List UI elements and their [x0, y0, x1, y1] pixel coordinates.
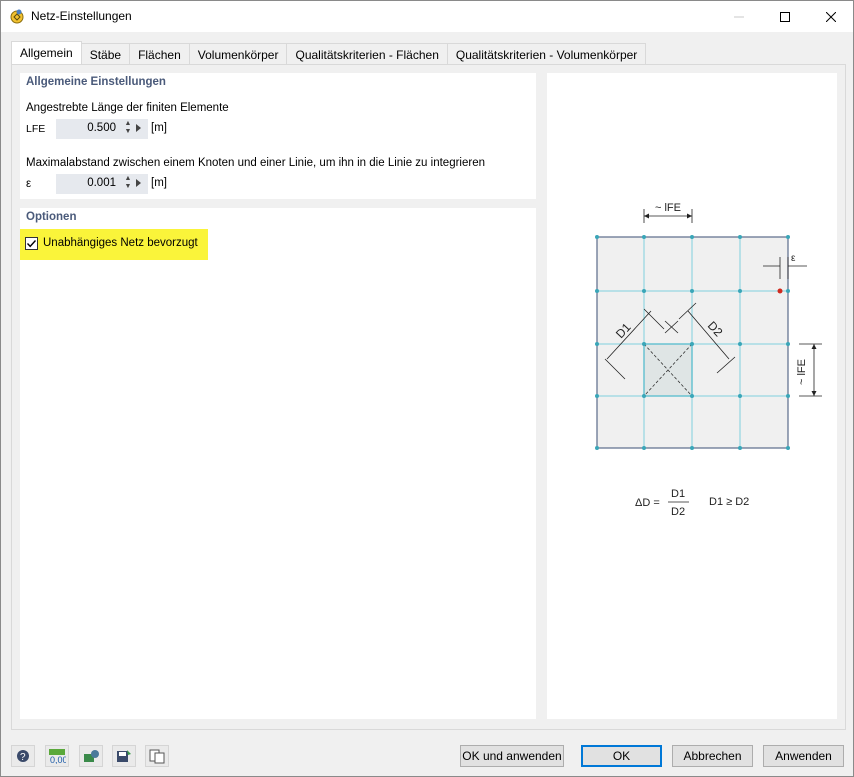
target-length-label: Angestrebte Länge der finiten Elemente [26, 102, 229, 114]
arrow-right-icon[interactable] [136, 179, 141, 187]
title-bar: Netz-Einstellungen [1, 1, 853, 32]
independent-mesh-label: Unabhängiges Netz bevorzugt [43, 237, 198, 249]
options-panel: Optionen Unabhängiges Netz bevorzugt [20, 208, 536, 719]
formula-denominator: D2 [671, 506, 685, 518]
independent-mesh-option[interactable]: Unabhängiges Netz bevorzugt [20, 229, 208, 260]
units-icon[interactable]: 0,00 [45, 745, 69, 767]
svg-text:?: ? [20, 752, 26, 763]
independent-mesh-checkbox[interactable] [25, 237, 38, 250]
apply-button[interactable]: Anwenden [763, 745, 844, 767]
lfe-symbol: LFE [26, 123, 46, 135]
tab-allgemein[interactable]: Allgemein [11, 41, 82, 66]
eps-unit: [m] [151, 177, 167, 189]
bottom-bar: ? 0,00 OK und anwenden OK Abbrechen Anwe… [1, 736, 853, 776]
lfe-stepper[interactable]: 0.500 ▲ ▼ [56, 119, 148, 139]
settings-icon[interactable] [79, 745, 103, 767]
tab-qualitaet-flaechen[interactable]: Qualitätskriterien - Flächen [286, 43, 448, 66]
tab-bar: Allgemein Stäbe Flächen Volumenkörper Qu… [11, 41, 647, 66]
window-title: Netz-Einstellungen [31, 9, 132, 23]
formula-numerator: D1 [671, 488, 685, 500]
spin-updown-icon[interactable]: ▲ ▼ [123, 120, 133, 138]
checkmark-icon [26, 240, 37, 248]
general-settings-panel: Allgemeine Einstellungen Angestrebte Län… [20, 73, 536, 199]
eps-diagram-label: ε [791, 253, 796, 264]
lfe-unit: [m] [151, 122, 167, 134]
lfe-top-label: ~ lFE [655, 202, 681, 214]
mesh-settings-icon [9, 8, 25, 24]
formula-condition: D1 ≥ D2 [709, 496, 749, 508]
ok-button[interactable]: OK [581, 745, 662, 767]
node-marker [777, 288, 783, 294]
spin-updown-icon[interactable]: ▲ ▼ [123, 175, 133, 193]
help-icon[interactable]: ? [11, 745, 35, 767]
tab-volumenkoerper[interactable]: Volumenkörper [188, 43, 288, 66]
tab-staebe[interactable]: Stäbe [80, 43, 131, 66]
eps-symbol: ε [26, 178, 32, 190]
maximize-button[interactable] [762, 1, 808, 32]
mesh-diagram: ~ lFE ε ~ lFE D1 D2 ΔD = D1 D2 D1 ≥ D2 [595, 202, 822, 518]
arrow-right-icon[interactable] [136, 124, 141, 132]
eps-value: 0.001 [87, 177, 116, 189]
general-settings-title: Allgemeine Einstellungen [26, 76, 166, 88]
maximize-icon [780, 11, 790, 22]
tab-content: Allgemeine Einstellungen Angestrebte Län… [11, 64, 846, 730]
tab-flaechen[interactable]: Flächen [129, 43, 190, 66]
lfe-value: 0.500 [87, 122, 116, 134]
save-icon[interactable] [112, 745, 136, 767]
copy-icon[interactable] [145, 745, 169, 767]
cancel-button[interactable]: Abbrechen [672, 745, 753, 767]
formula-lhs: ΔD = [635, 497, 660, 509]
dialog-window: Netz-Einstellungen Allgemein Stäbe Fläch… [0, 0, 854, 777]
close-icon [826, 11, 836, 22]
ok-apply-button[interactable]: OK und anwenden [460, 745, 564, 767]
eps-stepper[interactable]: 0.001 ▲ ▼ [56, 174, 148, 194]
options-title: Optionen [26, 211, 77, 223]
diagram-panel: ~ lFE ε ~ lFE D1 D2 ΔD = D1 D2 D1 ≥ D2 [547, 73, 837, 719]
minimize-button[interactable] [716, 1, 762, 32]
lfe-side-label: ~ lFE [796, 359, 808, 385]
tab-qualitaet-volumenkoerper[interactable]: Qualitätskriterien - Volumenkörper [446, 43, 647, 66]
max-distance-label: Maximalabstand zwischen einem Knoten und… [26, 157, 485, 169]
svg-text:0,00: 0,00 [50, 755, 66, 764]
minimize-icon [734, 16, 744, 17]
close-button[interactable] [808, 1, 854, 32]
